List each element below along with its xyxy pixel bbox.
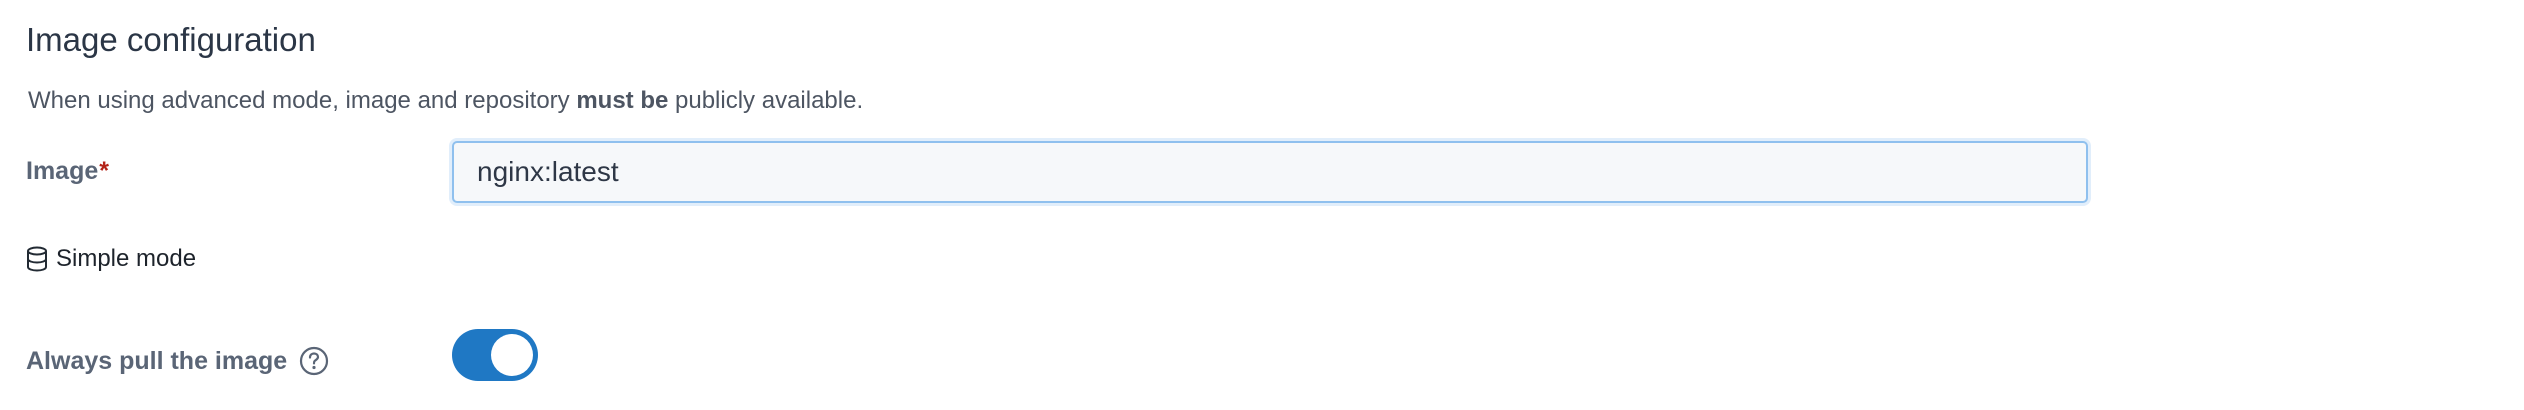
help-text: When using advanced mode, image and repo… xyxy=(28,84,863,118)
always-pull-label-text: Always pull the image xyxy=(26,347,288,375)
always-pull-label: Always pull the image xyxy=(26,344,329,378)
required-marker: * xyxy=(99,157,109,185)
toggle-knob xyxy=(491,334,533,376)
image-input[interactable] xyxy=(452,141,2088,203)
help-text-start: When using advanced mode, image and repo… xyxy=(28,87,577,114)
database-icon xyxy=(26,246,48,272)
question-circle-icon[interactable] xyxy=(299,346,329,376)
section-title: Image configuration xyxy=(26,21,316,58)
simple-mode-label: Simple mode xyxy=(56,245,197,272)
image-configuration-panel: Image configuration When using advanced … xyxy=(0,0,2524,410)
always-pull-toggle[interactable] xyxy=(452,329,538,381)
help-text-end: publicly available. xyxy=(668,87,864,114)
image-label-text: Image xyxy=(26,157,99,185)
image-label: Image* xyxy=(26,154,109,188)
simple-mode-link[interactable]: Simple mode xyxy=(26,241,196,277)
help-text-emphasis: must be xyxy=(576,87,669,114)
